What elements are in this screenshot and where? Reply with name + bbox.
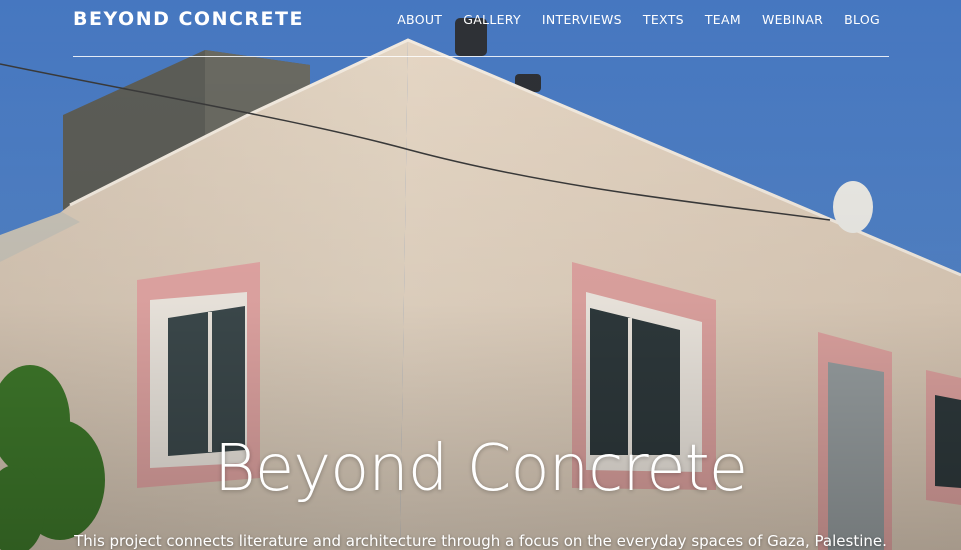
site-header: BEYOND CONCRETE ABOUT GALLERY INTERVIEWS… xyxy=(0,0,961,58)
nav-link-webinar[interactable]: WEBINAR xyxy=(762,12,823,27)
nav-link-about[interactable]: ABOUT xyxy=(397,12,442,27)
hero-title: Beyond Concrete xyxy=(213,432,748,506)
hero-subtitle: This project connects literature and arc… xyxy=(74,532,887,550)
site-logo[interactable]: BEYOND CONCRETE xyxy=(73,8,304,30)
main-navigation: ABOUT GALLERY INTERVIEWS TEXTS TEAM WEBI… xyxy=(397,12,880,27)
nav-link-texts[interactable]: TEXTS xyxy=(643,12,684,27)
nav-link-interviews[interactable]: INTERVIEWS xyxy=(542,12,622,27)
nav-link-gallery[interactable]: GALLERY xyxy=(463,12,521,27)
nav-link-team[interactable]: TEAM xyxy=(705,12,741,27)
nav-link-blog[interactable]: BLOG xyxy=(844,12,880,27)
header-divider xyxy=(73,56,889,57)
